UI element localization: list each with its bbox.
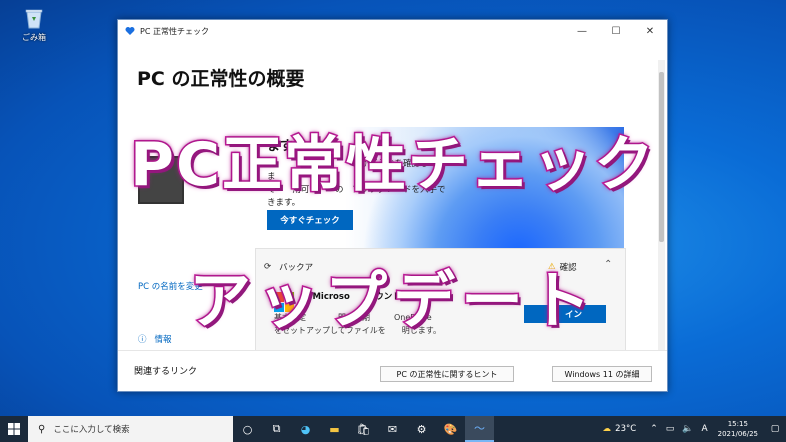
check-now-button[interactable]: 今すぐチェック [267,210,353,230]
search-placeholder: ここに入力して検索 [53,425,130,435]
backup-status: ⚠ 確認 [548,261,577,273]
backup-title: バックア [279,263,314,273]
search-icon: ⚲ [38,423,46,435]
health-tips-button[interactable]: PC の正常性に関するヒント [380,366,514,382]
minimize-button[interactable]: — [565,20,599,42]
rename-pc-link[interactable]: PC の名前を変更 [138,280,203,292]
taskbar: ⚲ ここに入力して検索 ○ ⧉ ◕ ▬ 🛍 ✉ ⚙ 🎨 〜 ☁ 23°C ⌃ ▭… [0,416,786,442]
close-button[interactable]: ✕ [633,20,667,42]
warning-icon: ⚠ [548,262,556,272]
health-heart-icon [125,27,135,35]
cortana-icon[interactable]: ○ [233,416,262,442]
maximize-button[interactable]: ☐ [599,20,633,42]
settings-icon[interactable]: ⚙ [407,416,436,442]
recycle-bin-icon [23,6,45,30]
weather-temp: 23°C [615,424,637,434]
clock[interactable]: 15:15 2021/06/25 [718,419,758,439]
microsoft-logo-icon [274,292,294,312]
check-card-title: ます [267,139,294,154]
edge-icon[interactable]: ◕ [291,416,320,442]
clock-time: 15:15 [727,420,748,428]
page-title: PC の正常性の概要 [137,68,305,90]
pc-health-check-taskbar-icon[interactable]: 〜 [465,416,494,442]
title-bar: PC 正常性チェック — ☐ ✕ [118,20,667,42]
notification-icon[interactable]: ▢ [764,424,786,434]
backup-signin-heading: に Microso カウント イン [301,292,427,302]
device-image [138,156,184,204]
footer: 関連するリンク PC の正常性に関するヒント Windows 11 の詳細 [118,350,667,391]
file-explorer-icon[interactable]: ▬ [320,416,349,442]
task-view-icon[interactable]: ⧉ [262,416,291,442]
clock-date: 2021/06/25 [717,430,758,438]
start-button[interactable] [0,416,28,442]
windows11-details-button[interactable]: Windows 11 の詳細 [552,366,652,382]
scrollbar[interactable] [658,60,665,350]
system-tray: ☁ 23°C ⌃ ▭ 🔈 A 15:15 2021/06/25 ▢ [603,416,786,442]
paint-icon[interactable]: 🎨 [436,416,465,442]
check-card-description: こ ム るかどうかを確認してみ ま で 用可 の アップグレードを入手で きます… [267,159,446,208]
volume-icon[interactable]: 🔈 [682,424,693,434]
weather-widget[interactable]: ☁ 23°C [603,424,637,434]
ime-indicator[interactable]: A [701,424,707,434]
recycle-bin-desktop-icon[interactable]: ごみ箱 [14,6,54,43]
backup-status-label: 確認 [559,263,577,273]
related-links-label: 関連するリンク [134,367,198,377]
store-icon[interactable]: 🛍 [349,416,378,442]
recycle-bin-label: ごみ箱 [22,33,46,42]
scrollbar-thumb[interactable] [659,72,664,242]
pc-health-check-window: PC 正常性チェック — ☐ ✕ PC の正常性の概要 ます こ ム るかどうか… [117,19,668,392]
network-icon[interactable]: ▭ [666,424,675,434]
chevron-up-icon[interactable]: ⌃ [604,259,612,270]
mail-icon[interactable]: ✉ [378,416,407,442]
chevron-up-tray-icon[interactable]: ⌃ [650,424,658,434]
windows11-check-card: ます こ ム るかどうかを確認してみ ま で 用可 の アップグレードを入手で … [255,127,624,255]
backup-card: ⟳ バックア ⚠ 確認 ⌃ に Microso カウント イン 基本設定 間で同… [255,248,626,352]
windows-logo-icon [8,423,20,435]
sync-icon: ⟳ [264,262,272,272]
weather-icon: ☁ [602,424,612,434]
backup-header[interactable]: ⟳ バックア [264,261,313,273]
sign-in-button[interactable]: サ イン [524,305,606,323]
info-link[interactable]: ⓘ 情報 [138,333,172,345]
info-label: 情報 [154,335,172,345]
question-icon: ⓘ [138,335,147,345]
backup-description: 基本設定 間で同期 OneDrive をセットアップしてファイルを 明します。 [274,313,441,335]
taskbar-search-box[interactable]: ⚲ ここに入力して検索 [28,416,233,442]
window-title: PC 正常性チェック [140,26,209,36]
